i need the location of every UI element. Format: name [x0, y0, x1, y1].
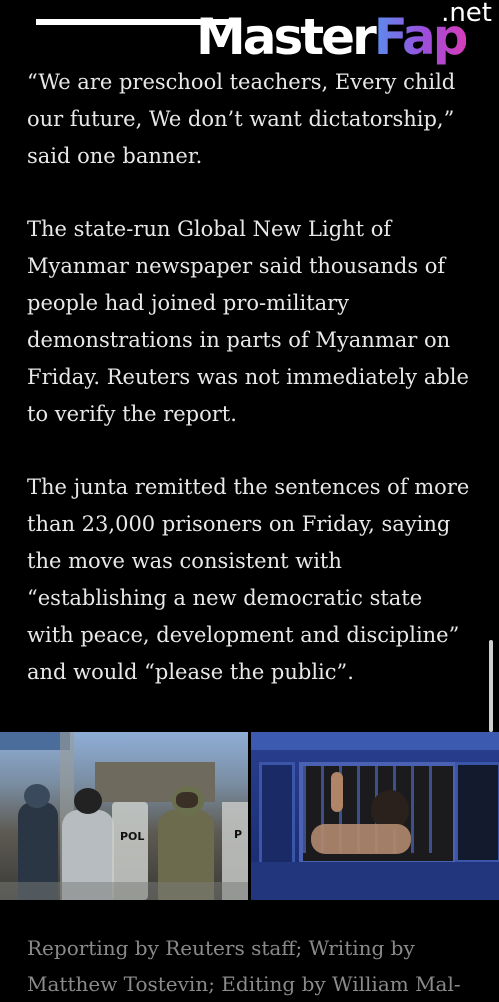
- article-paragraph: The state-run Global New Light of Myanma…: [27, 217, 469, 426]
- watermark-suffix: .net: [441, 0, 492, 28]
- photo-prison-van[interactable]: [251, 732, 499, 900]
- article-body: “We are preschool teachers, Every child …: [27, 64, 475, 727]
- shield-label-2: P: [234, 828, 243, 841]
- photo-gallery: POL P: [0, 732, 499, 900]
- article-paragraph: “We are preschool teachers, Every child …: [27, 70, 456, 168]
- watermark-text: MasterFap: [196, 8, 468, 66]
- photo-caption: Reporting by Reuters staff; Writing by M…: [27, 936, 461, 996]
- article-paragraph: The junta remitted the sentences of more…: [27, 475, 470, 684]
- scrollbar-thumb[interactable]: [489, 640, 493, 732]
- shield-label: POL: [120, 830, 145, 843]
- photo-police-protest[interactable]: POL P: [0, 732, 248, 900]
- watermark-logo: MasterFap .net: [196, 0, 496, 66]
